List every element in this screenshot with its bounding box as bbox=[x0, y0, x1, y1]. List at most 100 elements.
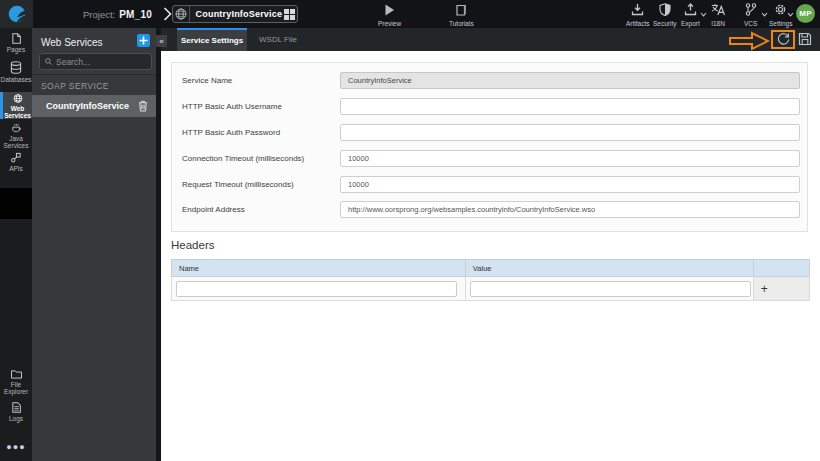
service-name-label: Service Name bbox=[182, 76, 232, 85]
form-row-service-name: Service Name bbox=[172, 72, 807, 89]
sidebar-label-web-services: WebServices bbox=[4, 105, 31, 119]
shield-icon bbox=[659, 3, 671, 16]
settings-dropdown-icon[interactable] bbox=[787, 12, 794, 17]
sidebar-label-apis: APIs bbox=[9, 165, 23, 172]
plus-icon bbox=[139, 36, 148, 45]
add-service-button[interactable] bbox=[137, 34, 150, 47]
service-settings-content: Service Name HTTP Basic Auth Username HT… bbox=[161, 51, 820, 461]
branch-icon bbox=[745, 3, 757, 16]
headers-section-title: Headers bbox=[171, 239, 214, 251]
service-selector[interactable]: CountryInfoService bbox=[172, 5, 298, 23]
headers-table-header-row: Name Value bbox=[172, 260, 810, 277]
search-box[interactable] bbox=[39, 53, 152, 70]
page-icon bbox=[11, 33, 22, 44]
trash-icon[interactable] bbox=[138, 100, 148, 112]
sidebar-label-databases: Databases bbox=[0, 76, 31, 83]
search-input[interactable] bbox=[56, 57, 146, 67]
gear-icon bbox=[774, 3, 787, 16]
sidebar-item-pages[interactable]: Pages bbox=[0, 33, 32, 53]
service-list-item[interactable]: CountryInfoService bbox=[32, 95, 156, 117]
request-timeout-input[interactable] bbox=[340, 176, 800, 193]
project-label: Project: PM_10 bbox=[83, 0, 152, 28]
artifacts-label: Artifacts bbox=[626, 20, 649, 27]
vcs-dropdown-icon[interactable] bbox=[761, 12, 768, 17]
service-name-input bbox=[340, 72, 800, 89]
sidebar-spacer-block bbox=[0, 188, 32, 219]
save-icon[interactable] bbox=[798, 32, 812, 46]
app-logo[interactable] bbox=[0, 0, 33, 28]
upload-icon bbox=[684, 3, 697, 16]
play-icon bbox=[384, 3, 395, 16]
left-nav-sidebar: Pages Databases WebServices JavaServices bbox=[0, 28, 32, 461]
tab-wsdl-file[interactable]: WSDL File bbox=[247, 28, 309, 51]
sidebar-item-apis[interactable]: APIs bbox=[0, 152, 32, 172]
sidebar-item-file-explorer[interactable]: FileExplorer bbox=[0, 369, 32, 395]
vcs-button[interactable]: VCS bbox=[744, 3, 757, 27]
tab-service-settings[interactable]: Service Settings bbox=[177, 28, 247, 51]
security-button[interactable]: Security bbox=[653, 3, 676, 27]
dashboard-grid-icon[interactable] bbox=[282, 9, 297, 20]
tutorials-label: Tutorials bbox=[449, 20, 474, 27]
endpoint-address-label: Endpoint Address bbox=[182, 205, 245, 214]
annotation-highlight-box bbox=[771, 30, 795, 49]
sidebar-item-logs[interactable]: Logs bbox=[0, 402, 32, 422]
form-row-endpoint-address: Endpoint Address bbox=[172, 201, 807, 218]
settings-label: Settings bbox=[769, 20, 793, 27]
globe-icon bbox=[173, 6, 190, 22]
security-label: Security bbox=[653, 20, 676, 27]
http-basic-auth-password-input[interactable] bbox=[340, 124, 800, 141]
selected-service-name: CountryInfoService bbox=[190, 9, 283, 19]
sidebar-item-web-services[interactable]: WebServices bbox=[0, 92, 32, 119]
panel-title: Web Services bbox=[41, 37, 103, 48]
i18n-label: I18N bbox=[711, 20, 725, 27]
sidebar-label-logs: Logs bbox=[9, 415, 23, 422]
headers-table: Name Value + bbox=[171, 259, 810, 301]
project-name: PM_10 bbox=[119, 9, 152, 20]
form-row-username: HTTP Basic Auth Username bbox=[172, 98, 807, 115]
service-settings-form: Service Name HTTP Basic Auth Username HT… bbox=[171, 62, 808, 232]
username-label: HTTP Basic Auth Username bbox=[182, 102, 282, 111]
export-dropdown-icon[interactable] bbox=[700, 12, 707, 17]
ellipsis-icon[interactable]: ●●● bbox=[0, 442, 32, 452]
translate-icon bbox=[711, 3, 725, 16]
connection-timeout-input[interactable] bbox=[340, 150, 800, 167]
search-icon bbox=[45, 57, 52, 66]
sidebar-label-file-explorer: FileExplorer bbox=[4, 381, 28, 395]
form-row-password: HTTP Basic Auth Password bbox=[172, 124, 807, 141]
tutorials-button[interactable]: Tutorials bbox=[449, 3, 474, 27]
preview-label: Preview bbox=[378, 20, 401, 27]
artifacts-button[interactable]: Artifacts bbox=[626, 3, 649, 27]
globe-icon bbox=[12, 94, 24, 103]
web-services-panel: Web Services SOAP SERVICE CountryInfoSer… bbox=[32, 28, 156, 461]
sidebar-label-java-services: JavaServices bbox=[4, 135, 29, 149]
collapse-panel-button[interactable]: « bbox=[156, 35, 167, 47]
add-header-button[interactable]: + bbox=[753, 277, 809, 301]
form-row-connection-timeout: Connection Timeout (milliseconds) bbox=[172, 150, 807, 167]
sidebar-item-java-services[interactable]: JavaServices bbox=[0, 123, 32, 149]
database-icon bbox=[10, 61, 22, 74]
download-icon bbox=[631, 3, 644, 16]
export-label: Export bbox=[681, 20, 700, 27]
http-basic-auth-username-input[interactable] bbox=[340, 98, 800, 115]
log-file-icon bbox=[11, 402, 22, 413]
coffee-icon bbox=[10, 123, 23, 133]
user-avatar[interactable]: MP bbox=[796, 4, 815, 23]
sidebar-label-pages: Pages bbox=[7, 46, 25, 53]
form-row-request-timeout: Request Timeout (milliseconds) bbox=[172, 176, 807, 193]
service-item-name: CountryInfoService bbox=[46, 101, 138, 111]
api-icon bbox=[10, 152, 22, 163]
endpoint-address-input[interactable] bbox=[340, 201, 800, 218]
breadcrumb-chevron-icon bbox=[163, 7, 172, 21]
preview-button[interactable]: Preview bbox=[378, 3, 401, 27]
vcs-label: VCS bbox=[744, 20, 757, 27]
panel-divider bbox=[32, 74, 156, 75]
export-button[interactable]: Export bbox=[681, 3, 700, 27]
i18n-button[interactable]: I18N bbox=[711, 3, 725, 27]
request-timeout-label: Request Timeout (milliseconds) bbox=[182, 180, 294, 189]
sidebar-item-databases[interactable]: Databases bbox=[0, 61, 32, 85]
header-col-name: Name bbox=[172, 260, 466, 277]
header-name-input[interactable] bbox=[176, 281, 457, 297]
header-col-value: Value bbox=[465, 260, 753, 277]
header-value-input[interactable] bbox=[470, 281, 751, 297]
book-icon bbox=[456, 3, 467, 16]
